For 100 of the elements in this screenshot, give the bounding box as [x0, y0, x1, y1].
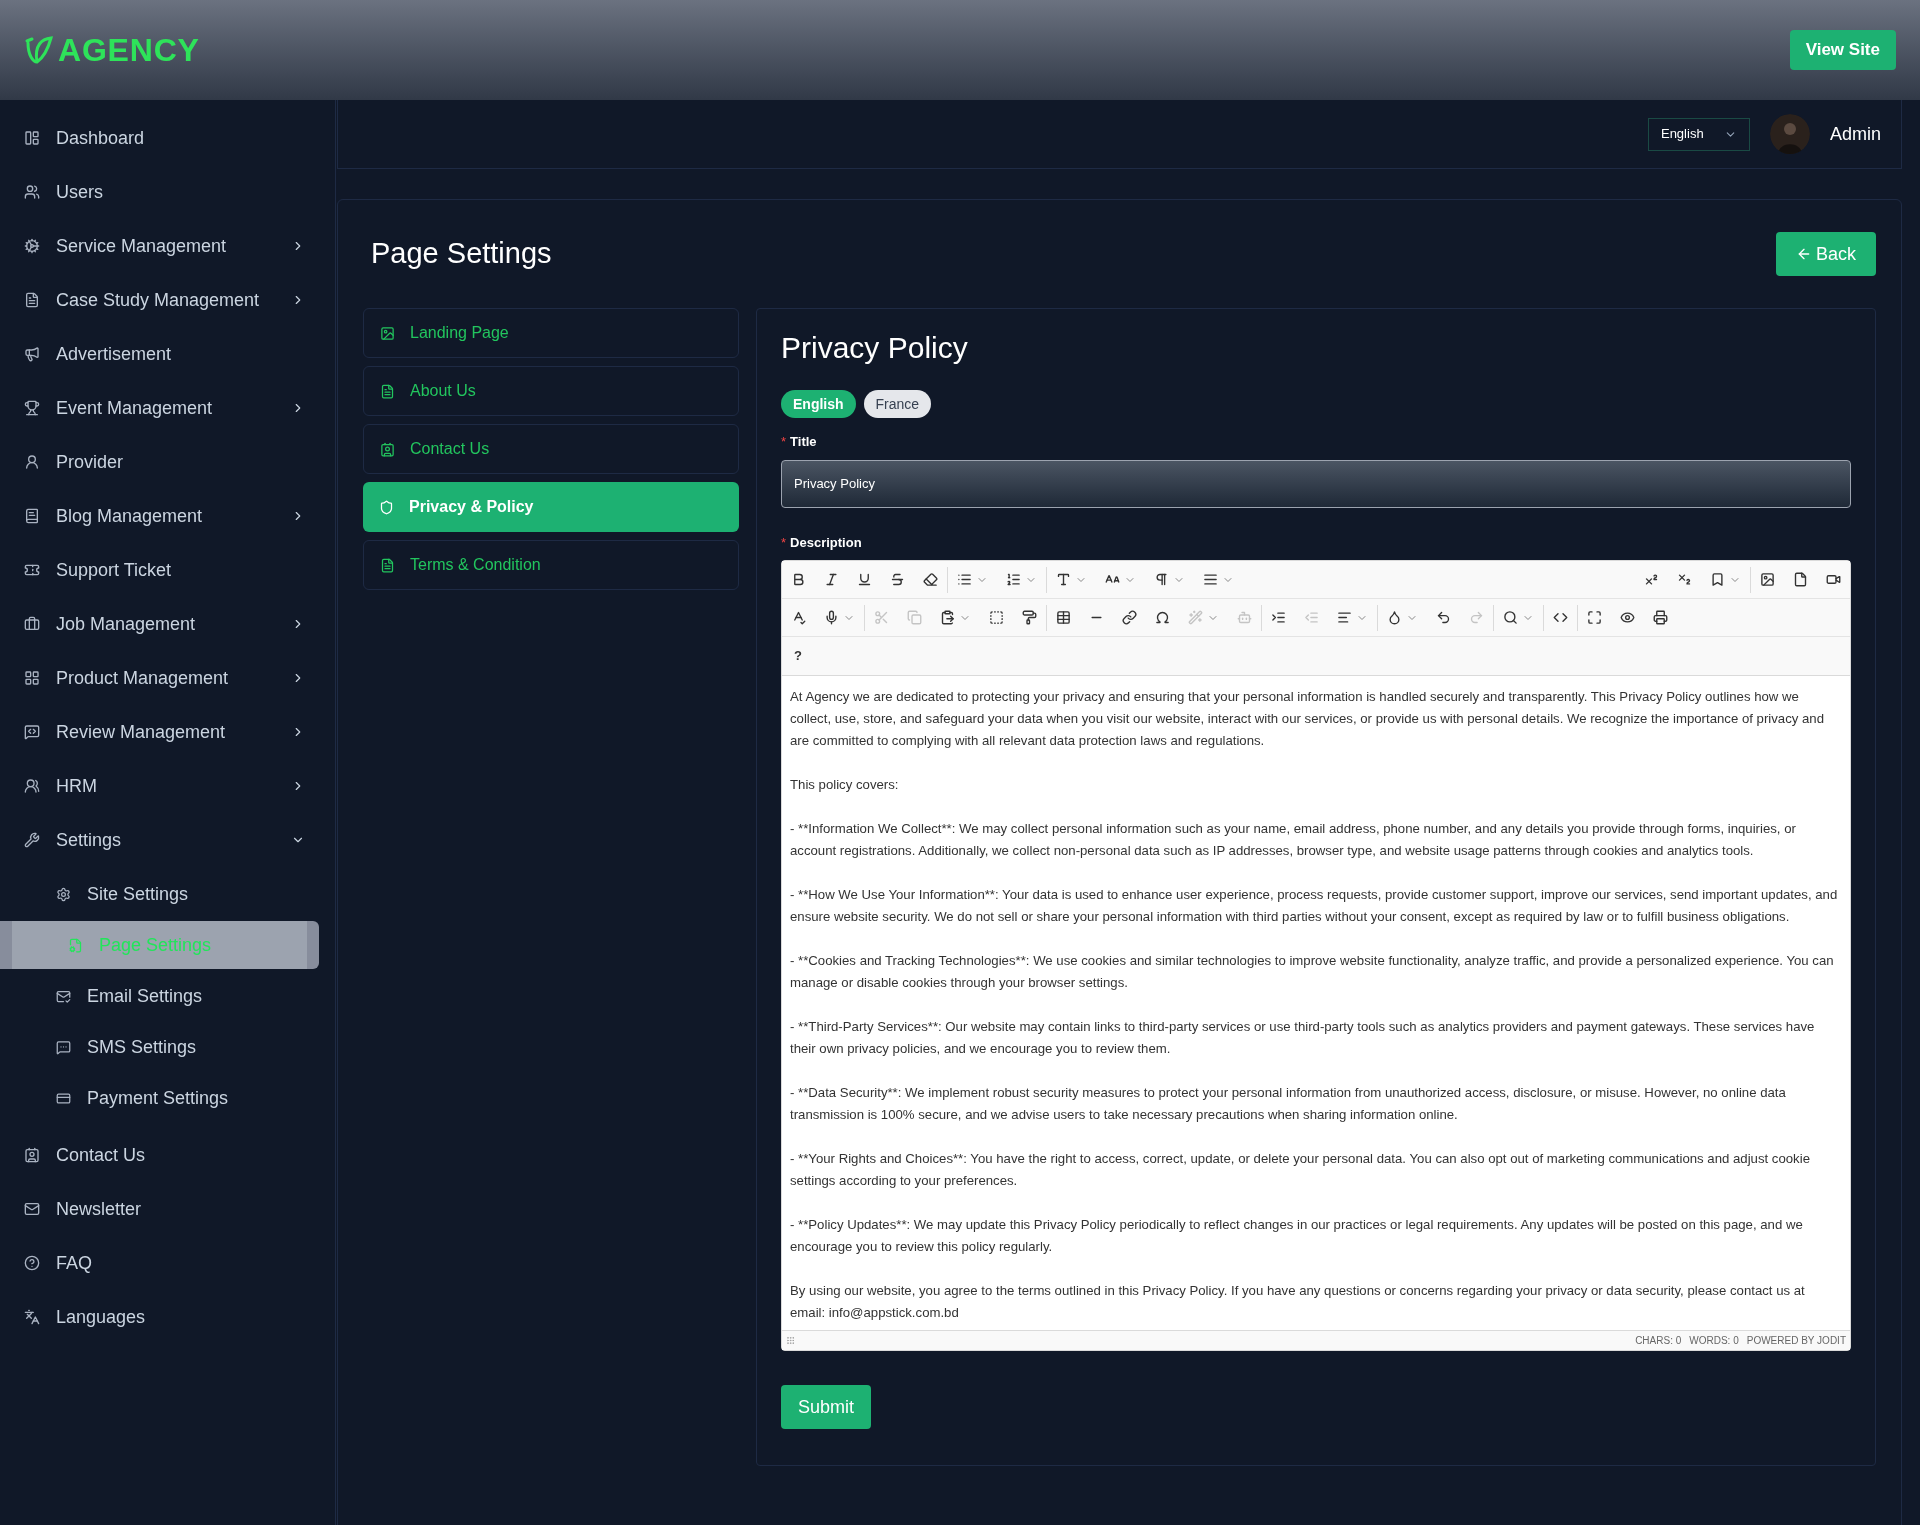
briefcase-icon	[24, 616, 40, 632]
link-icon[interactable]	[1122, 610, 1137, 625]
chat-icon	[56, 1039, 71, 1055]
font-icon[interactable]	[1056, 572, 1071, 587]
leaf-logo-icon	[24, 35, 54, 65]
language-select[interactable]: English	[1647, 117, 1750, 151]
select-all-icon[interactable]	[989, 610, 1004, 625]
sidebar-item[interactable]: Job Management	[0, 597, 335, 651]
sidebar-item[interactable]: Users	[0, 165, 335, 219]
sidebar-item[interactable]: Contact Us	[0, 1128, 335, 1182]
resize-handle-icon[interactable]	[786, 1336, 795, 1345]
settings-tab[interactable]: About Us	[363, 366, 739, 416]
eye-icon[interactable]	[1620, 610, 1635, 625]
contact-card-icon	[380, 441, 395, 457]
shield-icon	[379, 499, 394, 515]
paragraph-icon[interactable]	[1154, 572, 1169, 587]
card-icon	[56, 1090, 71, 1106]
help-button[interactable]: ?	[794, 646, 802, 666]
paragraph: - **Cookies and Tracking Technologies**: We use cookies and similar technologies to improve website functionality, analyze traffic, and provide a personalized experience. You can manage or disable cookies through your browser settings.	[790, 952, 1835, 992]
ticket-icon	[24, 562, 40, 578]
page-gear-icon	[68, 937, 83, 953]
brand-name: AGENCY	[58, 31, 200, 70]
paragraph: - **Policy Updates**: We may update this Privacy Policy periodically to reflect changes in our practices or legal requirements. Any updates will be posted on this page, and we encourage you to review this policy regularly.	[790, 1216, 1804, 1256]
image-icon	[380, 325, 395, 341]
settings-tab[interactable]: Contact Us	[363, 424, 739, 474]
sidebar-item[interactable]: Dashboard	[0, 111, 335, 165]
settings-tab[interactable]: Landing Page	[363, 308, 739, 358]
required-mark: *	[781, 433, 787, 451]
paragraph: - **Data Security**: We implement robust security measures to protect your personal information from unauthorized access, disclosure, or misuse. However, no online data transmission is 100% secure, and we advise users to take necessary precautions when sharing information online.	[790, 1084, 1787, 1124]
sidebar-subitem[interactable]: SMS Settings	[0, 1023, 335, 1071]
fullscreen-icon[interactable]	[1587, 610, 1602, 625]
omega-icon[interactable]	[1155, 610, 1170, 625]
sidebar-item[interactable]: Blog Management	[0, 489, 335, 543]
status-text: WORDS: 0	[1689, 1334, 1739, 1348]
user-name: Admin	[1829, 122, 1881, 146]
sidebar-item[interactable]: Case Study Management	[0, 273, 335, 327]
sidebar-item[interactable]: Settings	[0, 813, 335, 867]
align-left-icon[interactable]	[1337, 610, 1352, 625]
subscript-icon[interactable]	[1677, 572, 1692, 587]
sidebar-item[interactable]: Provider	[0, 435, 335, 489]
microphone-icon[interactable]	[824, 610, 839, 625]
document-icon	[380, 557, 395, 573]
gear-icon	[56, 886, 71, 902]
title-input[interactable]: Privacy Policy	[781, 459, 1851, 508]
sidebar-item[interactable]: HRM	[0, 759, 335, 813]
wrench-icon	[24, 832, 40, 848]
indent-icon[interactable]	[1271, 610, 1286, 625]
sidebar-item[interactable]: Advertisement	[0, 327, 335, 381]
status-text: CHARS: 0	[1635, 1334, 1682, 1348]
field-label: Title	[790, 433, 817, 451]
grid-icon	[24, 670, 40, 686]
document-icon	[380, 383, 395, 399]
sidebar-subitem[interactable]: Email Settings	[0, 972, 335, 1020]
paint-roller-icon[interactable]	[1022, 610, 1037, 625]
bold-icon[interactable]	[791, 572, 806, 587]
search-icon[interactable]	[1503, 610, 1518, 625]
sidebar-item[interactable]: FAQ	[0, 1236, 335, 1290]
section-title: Privacy Policy	[781, 330, 969, 366]
field-label: Description	[790, 533, 862, 552]
underline-icon[interactable]	[857, 572, 872, 587]
person-icon	[24, 454, 40, 470]
sidebar-item[interactable]: Newsletter	[0, 1182, 335, 1236]
strikethrough-icon[interactable]	[890, 572, 905, 587]
droplet-icon[interactable]	[1387, 610, 1402, 625]
table-icon[interactable]	[1056, 610, 1071, 625]
document-icon	[24, 292, 40, 308]
code-icon[interactable]	[1553, 610, 1568, 625]
line-height-icon[interactable]	[1203, 572, 1218, 587]
sidebar-item[interactable]: Languages	[0, 1290, 335, 1344]
sidebar-item[interactable]: Support Ticket	[0, 543, 335, 597]
sidebar-item[interactable]: Review Management	[0, 705, 335, 759]
megaphone-icon	[24, 346, 40, 362]
settings-tab[interactable]: Terms & Condition	[363, 540, 739, 590]
numbered-list-icon[interactable]	[1006, 572, 1021, 587]
trophy-icon	[24, 400, 40, 416]
page-title: Page Settings	[371, 236, 552, 272]
sidebar-subitem[interactable]: Payment Settings	[0, 1074, 335, 1122]
comment-icon	[24, 724, 40, 740]
book-icon	[24, 508, 40, 524]
paragraph: - **Your Rights and Choices**: You have the right to access, correct, update, or delete your personal data. You can also opt out of marketing communications and adjust cookie settings according to your preferences.	[790, 1150, 1811, 1190]
sidebar-subitem[interactable]: Site Settings	[0, 870, 335, 918]
italic-icon[interactable]	[824, 572, 839, 587]
video-icon[interactable]	[1826, 572, 1841, 587]
sidebar-item[interactable]: Event Management	[0, 381, 335, 435]
paragraph: At Agency we are dedicated to protecting your privacy and ensuring that your personal information is handled securely and transparently. This Privacy Policy outlines how we collect, use, store, and safeguard your data when you visit our website, interact with our services, or provide us with personal details. We recognize the importance of privacy and are committed to complying with all relevant data protection laws and regulations.	[790, 688, 1826, 750]
printer-icon[interactable]	[1653, 610, 1668, 625]
sidebar-item[interactable]: Service Management	[0, 219, 335, 273]
status-text: POWERED BY JODIT	[1746, 1334, 1846, 1348]
paragraph: - **Third-Party Services**: Our website may contain links to third-party services or use third-party tools such as analytics providers and payment gateways. These services have their own privacy policies, and we encourage you to review them.	[790, 1018, 1816, 1058]
spellcheck-icon[interactable]	[791, 610, 806, 625]
paste-icon[interactable]	[940, 610, 955, 625]
superscript-icon[interactable]	[1644, 572, 1659, 587]
language-pill[interactable]: France	[863, 390, 932, 418]
users-icon	[24, 184, 40, 200]
sidebar-item[interactable]: Product Management	[0, 651, 335, 705]
undo-icon[interactable]	[1436, 610, 1451, 625]
image-icon[interactable]	[1760, 572, 1775, 587]
paragraph: - **How We Use Your Information**: Your data is used to enhance user experience, process requests, provide customer support, improve our services, send important updates, and ensure website security. We do not sell or share your personal information with third parties without your consent, except as required by law or to fulfill business obligations.	[790, 886, 1839, 926]
bullet-list-icon[interactable]	[957, 572, 972, 587]
eraser-icon[interactable]	[923, 572, 938, 587]
